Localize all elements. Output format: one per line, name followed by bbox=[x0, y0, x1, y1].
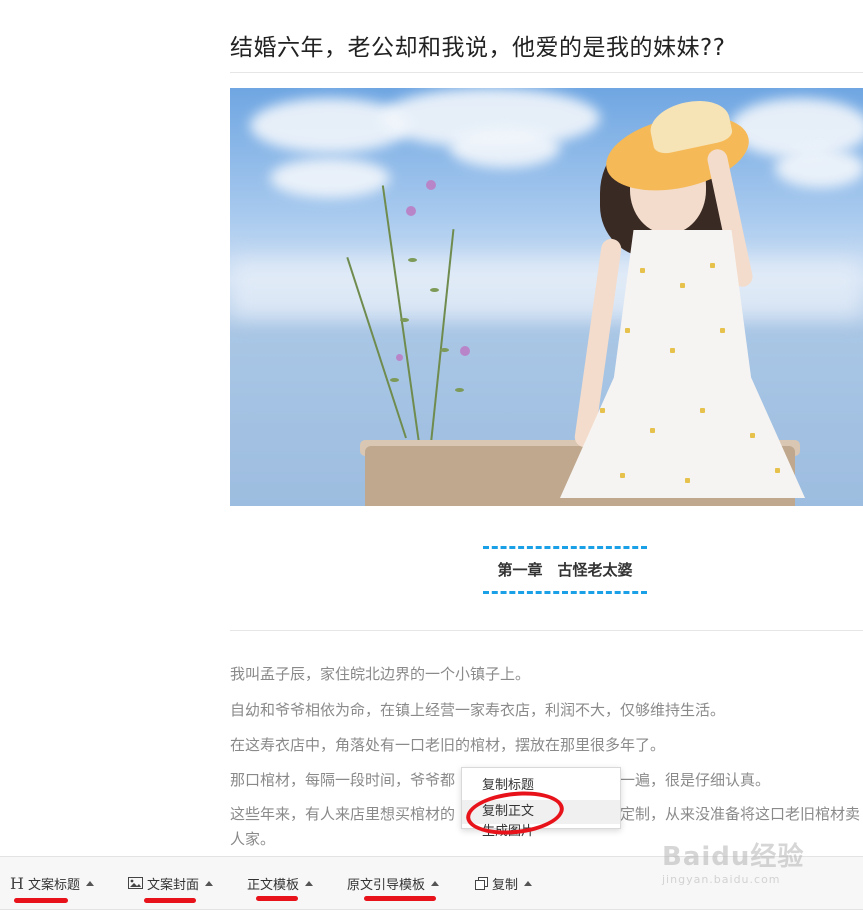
paragraph: 这些年来，有人来店里想买棺材的 bbox=[230, 805, 456, 823]
annotation-underline bbox=[256, 896, 298, 901]
content-divider bbox=[230, 630, 863, 631]
copy-icon bbox=[475, 876, 488, 890]
toolbar-label: 文案封面 bbox=[147, 877, 200, 893]
paragraph: 我叫孟子辰，家住皖北边界的一个小镇子上。 bbox=[230, 665, 531, 683]
toolbar-label: 复制 bbox=[492, 877, 519, 893]
heading-icon: H bbox=[10, 873, 24, 893]
toolbar-copy[interactable]: 复制 bbox=[475, 857, 533, 909]
paragraph: 人家。 bbox=[230, 830, 276, 848]
paragraph: 那口棺材，每隔一段时间，爷爷都 bbox=[230, 771, 456, 789]
image-icon bbox=[128, 877, 143, 889]
toolbar-body-template[interactable]: 正文模板 bbox=[247, 857, 314, 909]
toolbar-label: 原文引导模板 bbox=[347, 877, 426, 893]
caret-up-icon bbox=[85, 880, 94, 886]
title-divider bbox=[230, 72, 863, 73]
paragraph-tail: 一遍，很是仔细认真。 bbox=[620, 771, 771, 789]
annotation-underline bbox=[364, 896, 436, 901]
watermark-url: jingyan.baidu.com bbox=[662, 873, 781, 886]
cover-photo bbox=[230, 88, 863, 506]
caret-up-icon bbox=[524, 880, 533, 886]
toolbar-label: 正文模板 bbox=[247, 877, 300, 893]
paragraph: 在这寿衣店中，角落处有一口老旧的棺材，摆放在那里很多年了。 bbox=[230, 736, 666, 754]
caret-up-icon bbox=[431, 880, 440, 886]
toolbar-source-guide-template[interactable]: 原文引导模板 bbox=[347, 857, 440, 909]
baidu-watermark: Baidu经验 jingyan.baidu.com bbox=[662, 836, 812, 896]
annotation-underline bbox=[14, 898, 68, 903]
chapter-title: 第一章 古怪老太婆 bbox=[497, 561, 633, 579]
article-title: 结婚六年，老公却和我说，他爱的是我的妹妹?? bbox=[230, 35, 726, 61]
watermark-brand: Baidu经验 bbox=[662, 842, 805, 872]
paragraph: 自幼和爷爷相依为命，在镇上经营一家寿衣店，利润不大，仅够维持生活。 bbox=[230, 701, 726, 719]
paragraph-tail: 定制，从来没准备将这口老旧棺材卖 bbox=[620, 805, 861, 823]
caret-up-icon bbox=[305, 880, 314, 886]
toolbar-label: 文案标题 bbox=[27, 877, 80, 893]
annotation-underline bbox=[144, 898, 196, 903]
caret-up-icon bbox=[205, 880, 214, 886]
chapter-heading: 第一章 古怪老太婆 bbox=[483, 546, 647, 594]
